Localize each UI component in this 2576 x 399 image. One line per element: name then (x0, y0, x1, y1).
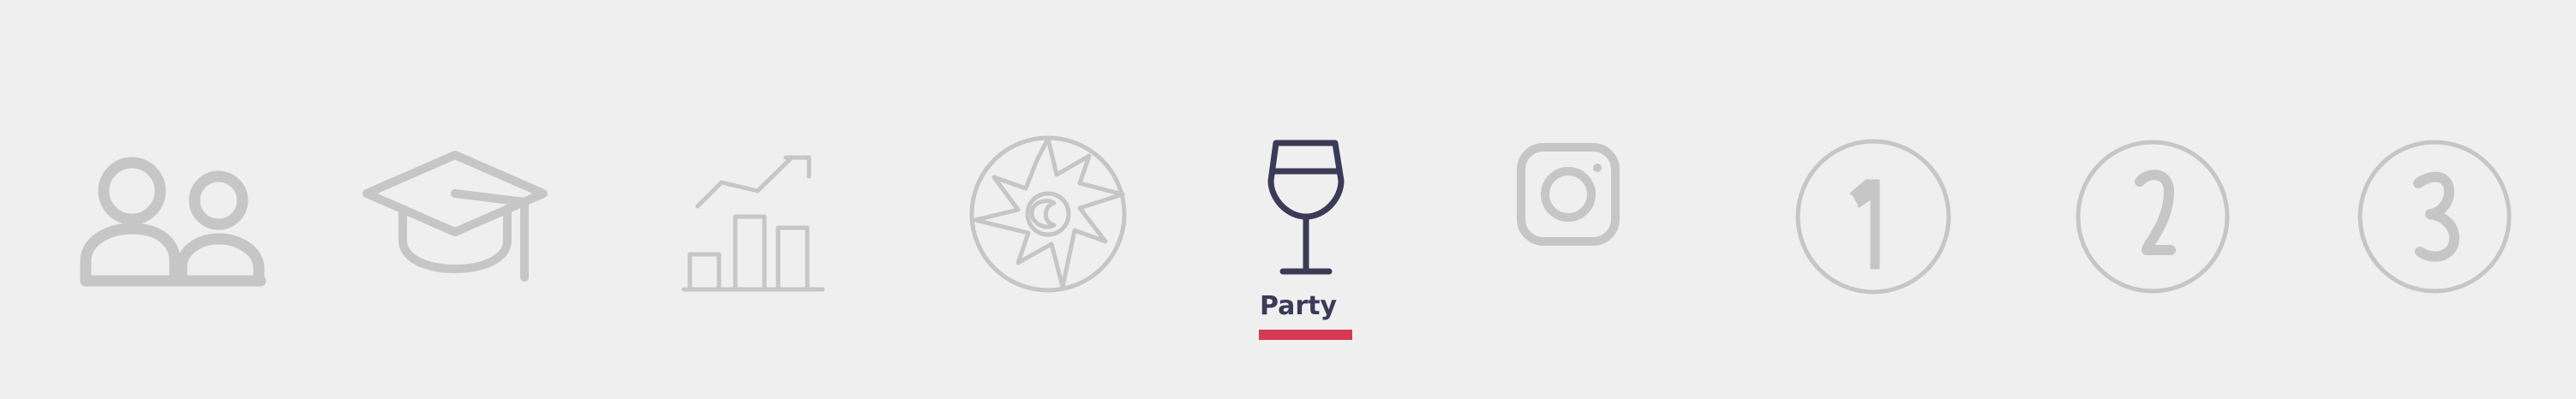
active-tab-underline (1259, 330, 1352, 340)
growth-chart-icon[interactable] (680, 155, 826, 292)
team-icon[interactable] (80, 157, 267, 287)
number-three-icon[interactable] (2357, 139, 2513, 295)
number-one-icon[interactable] (1794, 138, 1952, 295)
compass-icon[interactable] (968, 134, 1128, 294)
wine-glass-icon[interactable] (1267, 140, 1345, 278)
active-tab-label[interactable]: Party (1251, 291, 1345, 321)
instagram-icon[interactable] (1517, 142, 1620, 247)
graduation-cap-icon[interactable] (362, 151, 550, 284)
number-two-icon[interactable] (2075, 139, 2231, 295)
